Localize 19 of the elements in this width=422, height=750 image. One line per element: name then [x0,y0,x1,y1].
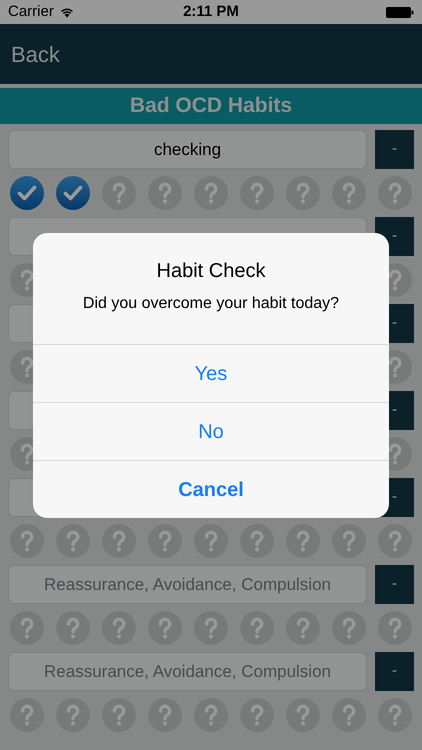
remove-button[interactable]: - [375,565,414,604]
dialog-button[interactable]: Yes [33,344,389,402]
dialog-message: Did you overcome your habit today? [82,294,340,314]
habit-field[interactable]: Reassurance, Avoidance, Compulsion [8,565,367,604]
dialog-button[interactable]: Cancel [33,460,389,518]
habit-field[interactable]: Reassurance, Avoidance, Compulsion [8,652,367,691]
habit-field[interactable]: checking [8,130,367,169]
wifi-icon [58,6,75,18]
remove-button[interactable]: - [375,652,414,691]
check-icon[interactable] [56,176,90,210]
dialog-title: Habit Check [156,259,266,283]
section-title: Bad OCD Habits [130,93,292,120]
dialog-button[interactable]: No [33,402,389,460]
carrier-label: Carrier [8,2,54,22]
battery-icon [386,6,414,18]
check-icon[interactable] [10,176,44,210]
clock: 2:11 PM [183,2,239,22]
back-link[interactable]: Back [11,38,60,70]
remove-button[interactable]: - [375,130,414,169]
